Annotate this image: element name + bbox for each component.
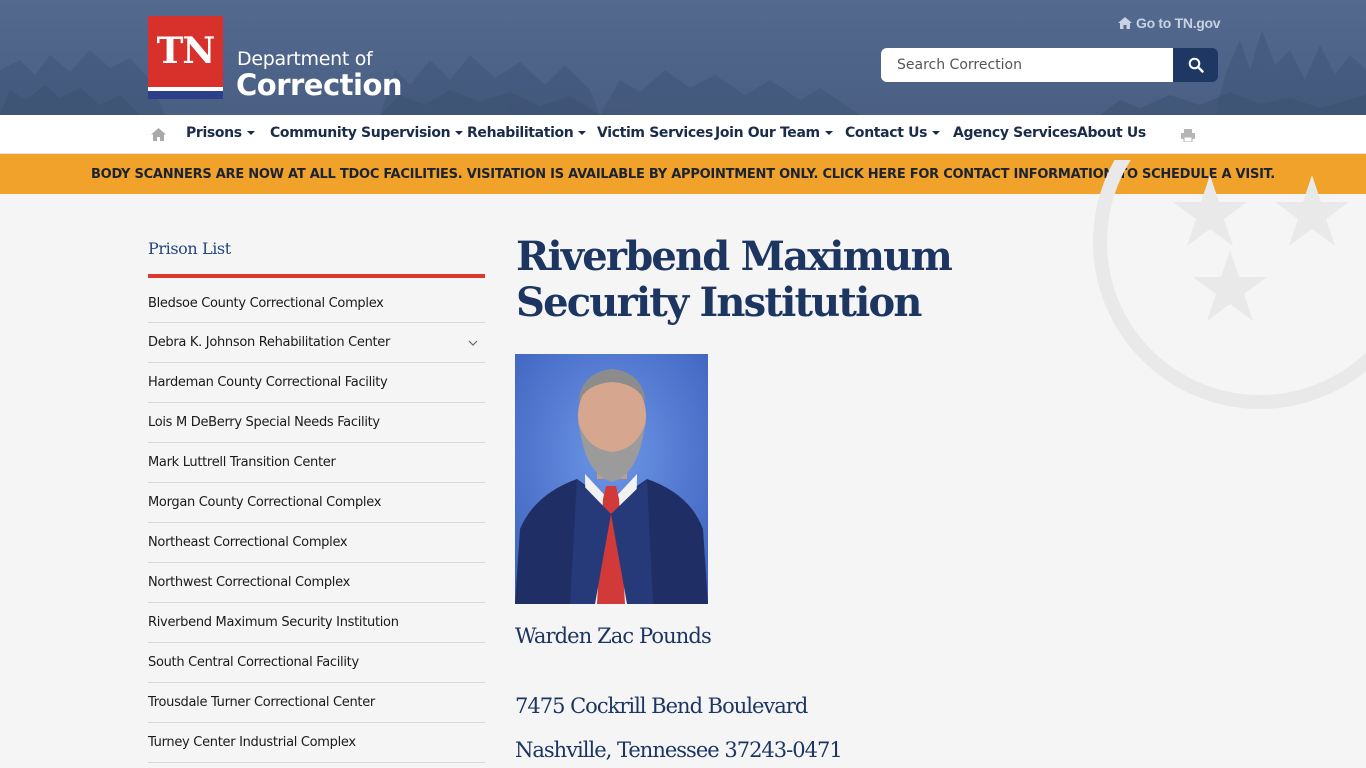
sidebar-divider	[148, 274, 485, 278]
sidebar-title: Prison List	[148, 239, 231, 258]
prison-list-item-label: South Central Correctional Facility	[148, 655, 359, 670]
page-title: Riverbend Maximum Security Institution	[516, 233, 953, 326]
caret-down-icon	[578, 131, 587, 135]
search-input[interactable]	[881, 48, 1173, 82]
prison-list-item[interactable]: Bledsoe County Correctional Complex	[148, 284, 485, 323]
prison-list-item-label: Northeast Correctional Complex	[148, 535, 348, 550]
prison-list-item[interactable]: Mark Luttrell Transition Center	[148, 443, 485, 483]
caret-down-icon	[246, 131, 255, 135]
nav-join-our-team[interactable]: Join Our Team	[715, 125, 833, 141]
print-button[interactable]	[1181, 127, 1195, 146]
prison-list-item-label: Riverbend Maximum Security Institution	[148, 615, 399, 630]
prison-list-item-label: Mark Luttrell Transition Center	[148, 455, 336, 470]
search-icon	[1188, 57, 1204, 73]
address-line-2: Nashville, Tennessee 37243-0471	[515, 738, 843, 762]
nav-victim-services[interactable]: Victim Services	[597, 125, 713, 141]
main-nav: Prisons Community Supervision Rehabilita…	[0, 115, 1366, 154]
dept-name-line1[interactable]: Department of	[237, 48, 373, 70]
dept-name-line2[interactable]: Correction	[236, 68, 403, 102]
nav-agency-services[interactable]: Agency Services	[953, 125, 1077, 141]
nav-community-supervision[interactable]: Community Supervision	[270, 125, 464, 141]
prison-list-item[interactable]: Northwest Correctional Complex	[148, 563, 485, 603]
nav-contact-us[interactable]: Contact Us	[845, 125, 941, 141]
prison-list-item-label: Trousdale Turner Correctional Center	[148, 695, 375, 710]
nav-agency-services-label: Agency Services	[953, 125, 1077, 141]
prison-list-item-label: Morgan County Correctional Complex	[148, 495, 382, 510]
home-icon	[1118, 17, 1132, 29]
search-form	[881, 48, 1218, 82]
home-icon	[151, 128, 166, 141]
tennessee-tristar-watermark	[1093, 160, 1366, 409]
warden-photo	[515, 354, 708, 604]
prison-list-item[interactable]: Trousdale Turner Correctional Center	[148, 683, 485, 723]
nav-about-us[interactable]: About Us	[1077, 125, 1146, 141]
caret-down-icon	[932, 131, 941, 135]
prison-list-item[interactable]: Morgan County Correctional Complex	[148, 483, 485, 523]
chevron-down-icon[interactable]	[468, 340, 478, 346]
prison-list-item-label: Lois M DeBerry Special Needs Facility	[148, 415, 380, 430]
nav-prisons[interactable]: Prisons	[186, 125, 255, 141]
prison-list-item[interactable]: Hardeman County Correctional Facility	[148, 363, 485, 403]
nav-rehabilitation[interactable]: Rehabilitation	[467, 125, 587, 141]
print-icon	[1181, 129, 1195, 143]
prison-list: Bledsoe County Correctional Complex Debr…	[148, 284, 485, 763]
go-to-tn-label: Go to TN.gov	[1136, 15, 1221, 31]
logo-stripe-blue	[148, 91, 223, 99]
nav-community-supervision-label: Community Supervision	[270, 125, 451, 141]
nav-rehabilitation-label: Rehabilitation	[467, 125, 574, 141]
nav-contact-us-label: Contact Us	[845, 125, 928, 141]
prison-list-item-label: Hardeman County Correctional Facility	[148, 375, 388, 390]
prison-list-item[interactable]: Riverbend Maximum Security Institution	[148, 603, 485, 643]
address-line-1: 7475 Cockrill Bend Boulevard	[515, 694, 808, 718]
nav-victim-services-label: Victim Services	[597, 125, 713, 141]
prison-list-item[interactable]: South Central Correctional Facility	[148, 643, 485, 683]
prison-list-item-label: Debra K. Johnson Rehabilitation Center	[148, 335, 391, 350]
nav-about-us-label: About Us	[1077, 125, 1146, 141]
prison-list-item[interactable]: Turney Center Industrial Complex	[148, 723, 485, 763]
prison-list-item-label: Bledsoe County Correctional Complex	[148, 295, 384, 311]
prison-list-item[interactable]: Lois M DeBerry Special Needs Facility	[148, 403, 485, 443]
site-header: TN Department of Correction Go to TN.gov	[0, 0, 1366, 115]
nav-join-our-team-label: Join Our Team	[715, 125, 820, 141]
go-to-tn-link[interactable]: Go to TN.gov	[1118, 15, 1221, 31]
caret-down-icon	[455, 131, 464, 135]
prison-list-item[interactable]: Debra K. Johnson Rehabilitation Center	[148, 323, 485, 363]
prison-list-item-label: Northwest Correctional Complex	[148, 575, 350, 590]
tn-logo-text: TN	[156, 30, 216, 72]
prison-list-item[interactable]: Northeast Correctional Complex	[148, 523, 485, 563]
nav-prisons-label: Prisons	[186, 125, 242, 141]
prison-list-item-label: Turney Center Industrial Complex	[148, 735, 356, 750]
caret-down-icon	[824, 131, 833, 135]
search-button[interactable]	[1173, 48, 1218, 82]
warden-name: Warden Zac Pounds	[515, 624, 712, 648]
nav-home-link[interactable]	[151, 126, 166, 145]
tn-logo[interactable]: TN	[148, 16, 223, 99]
